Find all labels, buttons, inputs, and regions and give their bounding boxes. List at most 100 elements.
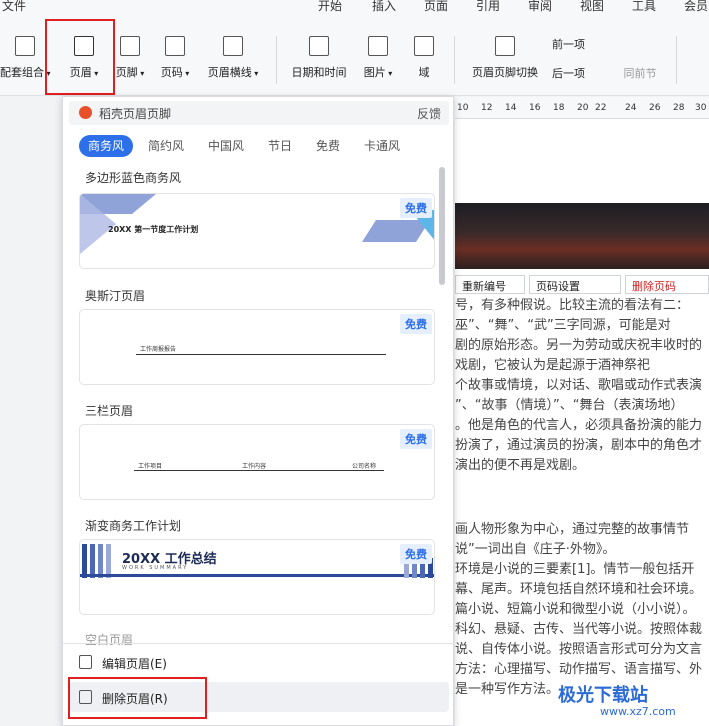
page-number-settings-button[interactable]: 页码设置 — [529, 275, 621, 294]
template-category-tabs: 商务风 简约风 中国风 节日 免费 卡通风 — [79, 135, 439, 157]
header-template-panel: 稻壳页眉页脚 反馈 商务风 简约风 中国风 节日 免费 卡通风 多边形蓝色商务风… — [62, 96, 455, 726]
header-line-icon — [223, 36, 243, 56]
tab-chinese[interactable]: 中国风 — [199, 135, 253, 157]
highlight-box-delete-header — [68, 677, 207, 719]
watermark-brand: 极光下载站 — [558, 685, 648, 706]
doc-line: 说”一词出自《庄子·外物》。 — [455, 542, 616, 557]
ruler-tick: 26 — [649, 103, 661, 113]
tab-cartoon[interactable]: 卡通风 — [355, 135, 409, 157]
template-preview-col: 工作项目 — [138, 463, 163, 470]
tab-simple[interactable]: 简约风 — [139, 135, 193, 157]
ruler-tick: 30 — [695, 103, 707, 113]
calendar-icon — [309, 36, 329, 56]
header-footer-switch-button[interactable]: 页眉页脚切换 — [466, 36, 544, 80]
menu-home[interactable]: 开始 — [318, 0, 342, 14]
template-card[interactable]: 20XX 工作总结 WORK SUMMARY 免费 — [79, 539, 435, 615]
page-number-button[interactable]: 页码 — [154, 36, 196, 80]
menu-reference[interactable]: 引用 — [476, 0, 500, 14]
doc-line: 扮演了，通过演员的扮演，剧本中的角色才 — [455, 438, 703, 453]
header-banner-image — [455, 203, 709, 269]
doc-line: 环境是小说的三要素[1]。情节一般包括开 — [455, 562, 695, 577]
delete-page-number-button[interactable]: 删除页码 — [625, 275, 709, 294]
doc-line: 剧的原始形态。另一为劳动或庆祝丰收时的 — [455, 338, 703, 353]
header-rule-line — [136, 354, 386, 355]
footer-icon — [120, 36, 140, 56]
ruler-tick: 10 — [457, 103, 469, 113]
combo-button[interactable]: 配套组合 — [0, 36, 51, 80]
tab-holiday[interactable]: 节日 — [259, 135, 301, 157]
template-card[interactable]: 工作项目 工作内容 公司名称 免费 — [79, 424, 435, 500]
doc-line: 。他是角色的代言人，必须具备扮演的能力 — [455, 418, 703, 433]
menu-member[interactable]: 会员 — [684, 0, 708, 14]
edit-header-icon — [79, 655, 92, 669]
ruler-tick: 12 — [481, 103, 493, 113]
doc-line: 号，有多种假说。比较主流的看法有二： — [455, 298, 690, 313]
tab-business[interactable]: 商务风 — [79, 135, 134, 157]
doc-line: 巫”、“舞”、“武”三字同源，可能是对 — [455, 318, 671, 333]
highlight-box-header-button — [45, 19, 115, 95]
menu-bar: 文件 开始 插入 页面 引用 审阅 视图 工具 会员 — [0, 0, 709, 14]
menu-review[interactable]: 审阅 — [528, 0, 552, 14]
watermark-url: www.xz7.com — [600, 705, 676, 718]
template-preview-col: 公司名称 — [352, 463, 377, 470]
field-icon — [414, 36, 434, 56]
ruler-tick: 24 — [625, 103, 637, 113]
footer-button[interactable]: 页脚 — [110, 36, 150, 80]
datetime-button[interactable]: 日期和时间 — [286, 36, 352, 80]
doc-line: 演出的便不再是戏剧。 — [455, 458, 586, 473]
menu-tools[interactable]: 工具 — [632, 0, 656, 14]
doc-line: 个故事或情境，以对话、歌唱或动作式表演 — [455, 378, 703, 393]
ruler-tick: 18 — [553, 103, 565, 113]
next-item-button[interactable]: 后一项 — [552, 65, 612, 81]
panel-title-bar: 稻壳页眉页脚 反馈 — [69, 101, 449, 125]
template-card[interactable]: 20XX 第一节度工作计划 免费 — [79, 193, 435, 269]
switch-icon — [495, 36, 515, 56]
ribbon-divider — [276, 36, 277, 84]
ribbon-divider — [676, 36, 677, 84]
free-badge: 免费 — [400, 198, 432, 218]
doc-line: ”、“故事（情境）”、“舞台（表演场地） — [455, 398, 684, 413]
free-badge: 免费 — [400, 429, 432, 449]
page-number-icon — [165, 36, 185, 56]
header-line-button[interactable]: 页眉横线 — [200, 36, 266, 80]
doc-line: 说、自传体小说。按照语言形式可分为文言 — [455, 642, 703, 657]
menu-file[interactable]: 文件 — [2, 0, 26, 14]
template-preview-col: 工作内容 — [242, 463, 267, 470]
menu-insert[interactable]: 插入 — [372, 0, 396, 14]
template-card[interactable]: 工作周报报告 免费 — [79, 309, 435, 385]
ruler-tick: 14 — [505, 103, 517, 113]
ribbon-divider — [454, 36, 455, 84]
panel-divider — [63, 643, 455, 644]
panel-scrollbar[interactable] — [439, 167, 445, 285]
picture-button[interactable]: 图片 — [356, 36, 400, 80]
template-name: 奥斯汀页眉 — [85, 289, 146, 303]
doc-line: 戏剧，它被认为是起源于酒神祭祀 — [455, 358, 651, 373]
menu-view[interactable]: 视图 — [580, 0, 604, 14]
menu-page[interactable]: 页面 — [424, 0, 448, 14]
free-badge: 免费 — [400, 314, 432, 334]
template-name: 三栏页眉 — [85, 404, 134, 418]
ruler-tick: 16 — [529, 103, 541, 113]
horizontal-ruler[interactable]: 10 12 14 16 18 20 22 24 26 28 30 — [455, 97, 709, 119]
field-button[interactable]: 域 — [406, 36, 442, 80]
tab-free[interactable]: 免费 — [307, 135, 349, 157]
header-rule-line — [134, 470, 384, 471]
feedback-link[interactable]: 反馈 — [417, 105, 441, 122]
renumber-button[interactable]: 重新编号 — [455, 275, 525, 294]
docer-logo-icon — [79, 106, 92, 119]
template-name: 渐变商务工作计划 — [85, 519, 182, 533]
panel-title: 稻壳页眉页脚 — [99, 107, 172, 121]
edit-header-menu-item[interactable]: 编辑页眉(E) — [69, 647, 449, 677]
template-name-partial: 空白页眉 — [85, 633, 134, 647]
template-preview-subtitle: WORK SUMMARY — [122, 565, 189, 571]
doc-line: 方法：心理描写、动作描写、语言描写、外 — [455, 662, 703, 677]
ruler-tick: 20 — [577, 103, 589, 113]
header-edit-toolbar: 重新编号 页码设置 删除页码 — [455, 274, 709, 296]
doc-line: 篇小说、短篇小说和微型小说（小小说）。 — [455, 602, 696, 617]
doc-line: 科幻、悬疑、古传、当代等小说。按照体裁 — [455, 622, 703, 637]
free-badge: 免费 — [400, 544, 432, 564]
same-as-previous-button[interactable]: 同前节 — [618, 65, 662, 81]
previous-item-button[interactable]: 前一项 — [552, 36, 612, 52]
template-preview-text: 工作周报报告 — [140, 346, 177, 353]
picture-icon — [368, 36, 388, 56]
